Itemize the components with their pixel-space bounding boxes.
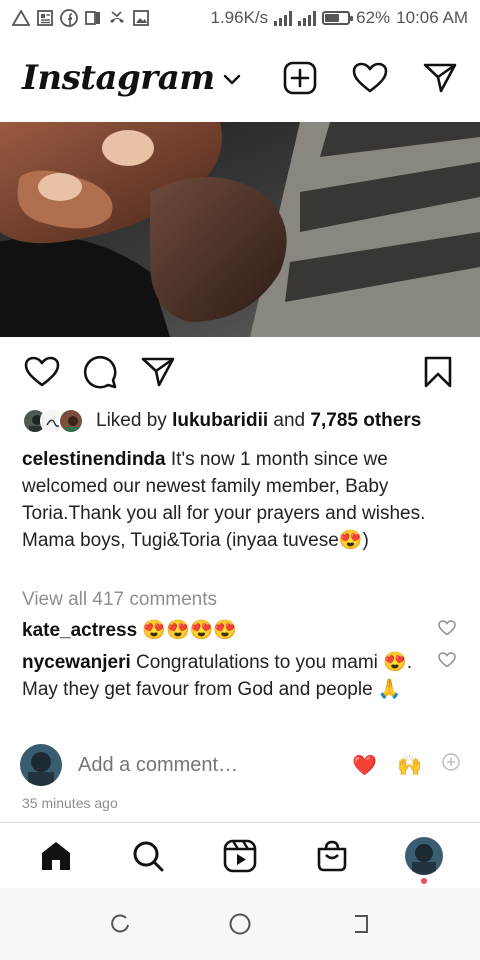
gallery-icon [132, 9, 150, 27]
add-emoji-icon[interactable] [442, 753, 460, 777]
notification-dot [421, 877, 427, 884]
likes-prefix: Liked by [96, 410, 167, 431]
add-comment-input[interactable] [78, 753, 328, 777]
likes-count[interactable]: 7,785 others [310, 410, 421, 432]
profile-tab[interactable] [400, 832, 448, 884]
quick-reactions: ❤️ 🙌 [352, 753, 460, 778]
chevron-down-icon[interactable] [223, 73, 241, 91]
quick-reaction-raised-hands[interactable]: 🙌 [397, 753, 422, 778]
add-comment-row: ❤️ 🙌 [20, 744, 460, 786]
post-photo[interactable] [0, 122, 480, 337]
comment-username[interactable]: kate_actress [22, 620, 137, 641]
status-bar: 1.96K/s 62% 10:06 AM [0, 0, 480, 36]
notification-icons [12, 9, 150, 27]
shop-icon[interactable] [308, 832, 356, 880]
comment-text: 😍😍😍😍 [137, 620, 238, 641]
header-actions [282, 60, 458, 96]
facebook-icon [60, 9, 78, 27]
clock: 10:06 AM [396, 8, 468, 27]
search-icon[interactable] [124, 832, 172, 880]
new-post-icon[interactable] [282, 60, 318, 96]
home-button-icon[interactable] [220, 904, 260, 944]
comment-like-icon[interactable] [438, 652, 456, 670]
avatar [58, 408, 84, 434]
likes-middle: and [273, 410, 306, 431]
missed-call-icon [108, 9, 126, 27]
post-actions [0, 350, 480, 394]
caption-username[interactable]: celestinendinda [22, 449, 166, 470]
comment-item: kate_actress 😍😍😍😍 [22, 617, 422, 644]
news-icon [36, 9, 54, 27]
status-right: 1.96K/s 62% 10:06 AM [210, 8, 468, 28]
signal-icon [274, 10, 293, 26]
comment-icon[interactable] [80, 352, 120, 392]
liker-avatars [22, 408, 84, 434]
likes-summary[interactable]: Liked by lukubaridii and 7,785 others [22, 408, 421, 434]
view-all-comments-link[interactable]: View all 417 comments [22, 589, 217, 611]
app-header: Instagram [0, 44, 480, 112]
bottom-tab-bar [0, 822, 480, 888]
save-icon[interactable] [418, 352, 458, 392]
reels-icon[interactable] [216, 832, 264, 880]
back-icon[interactable] [340, 904, 380, 944]
quick-reaction-heart[interactable]: ❤️ [352, 753, 377, 778]
battery-percent: 62% [356, 8, 391, 27]
recents-icon[interactable] [100, 904, 140, 944]
liker-username[interactable]: lukubaridii [172, 410, 268, 432]
avatar [20, 744, 62, 786]
comment-like-icon[interactable] [438, 620, 456, 638]
battery-icon [322, 11, 354, 25]
comment-item: nycewanjeri Congratulations to you mami … [22, 649, 422, 703]
comment-username[interactable]: nycewanjeri [22, 652, 131, 673]
instagram-logo[interactable]: Instagram [22, 58, 215, 98]
share-icon[interactable] [138, 352, 178, 392]
post-photo-illustration [0, 122, 480, 337]
profile-avatar [405, 836, 443, 875]
post-timestamp: 35 minutes ago [22, 795, 118, 811]
home-icon[interactable] [32, 832, 80, 880]
network-speed: 1.96K/s [210, 8, 269, 27]
warning-icon [12, 9, 30, 27]
signal-icon-2 [298, 10, 317, 26]
like-icon[interactable] [22, 352, 62, 392]
post-caption: celestinendinda It's now 1 month since w… [22, 446, 462, 554]
app-icon [84, 9, 102, 27]
heart-icon[interactable] [352, 60, 388, 96]
system-nav-bar [0, 888, 480, 960]
direct-message-icon[interactable] [422, 60, 458, 96]
